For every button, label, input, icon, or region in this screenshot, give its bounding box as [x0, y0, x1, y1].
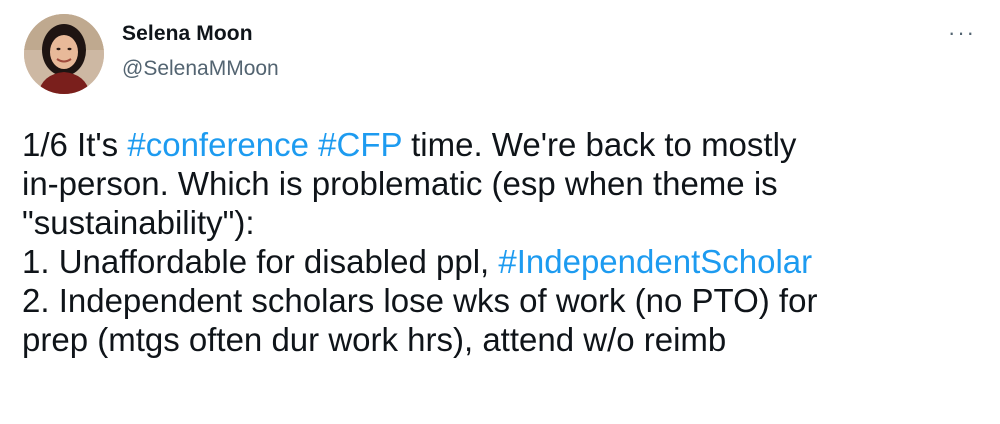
author-name[interactable]: Selena Moon	[122, 22, 253, 46]
hashtag-independentscholar[interactable]: #IndependentScholar	[498, 243, 812, 280]
tweet-line-6: prep (mtgs often dur work hrs), attend w…	[22, 321, 727, 358]
tweet-line-2: in-person. Which is problematic (esp whe…	[22, 165, 778, 202]
tweet-text-segment: 1/6 It's	[22, 126, 128, 163]
hashtag-conference[interactable]: #conference	[127, 126, 309, 163]
tweet-text-segment: time. We're back to mostly	[401, 126, 797, 163]
tweet-text-segment	[309, 126, 318, 163]
more-options-icon[interactable]: ···	[948, 22, 976, 44]
author-handle[interactable]: @SelenaMMoon	[122, 57, 279, 81]
tweet-line-1: 1/6 It's #conference #CFP time. We're ba…	[22, 125, 994, 164]
tweet-line-5: 2. Independent scholars lose wks of work…	[22, 282, 818, 319]
tweet-line-3: "sustainability"):	[22, 204, 255, 241]
hashtag-cfp[interactable]: #CFP	[318, 126, 402, 163]
tweet-line-4: 1. Unaffordable for disabled ppl, #Indep…	[22, 242, 994, 281]
author-avatar[interactable]	[24, 14, 104, 94]
tweet-text-segment: 1. Unaffordable for disabled ppl,	[22, 243, 499, 280]
avatar-photo-icon	[24, 14, 104, 94]
tweet-text: 1/6 It's #conference #CFP time. We're ba…	[22, 125, 994, 359]
